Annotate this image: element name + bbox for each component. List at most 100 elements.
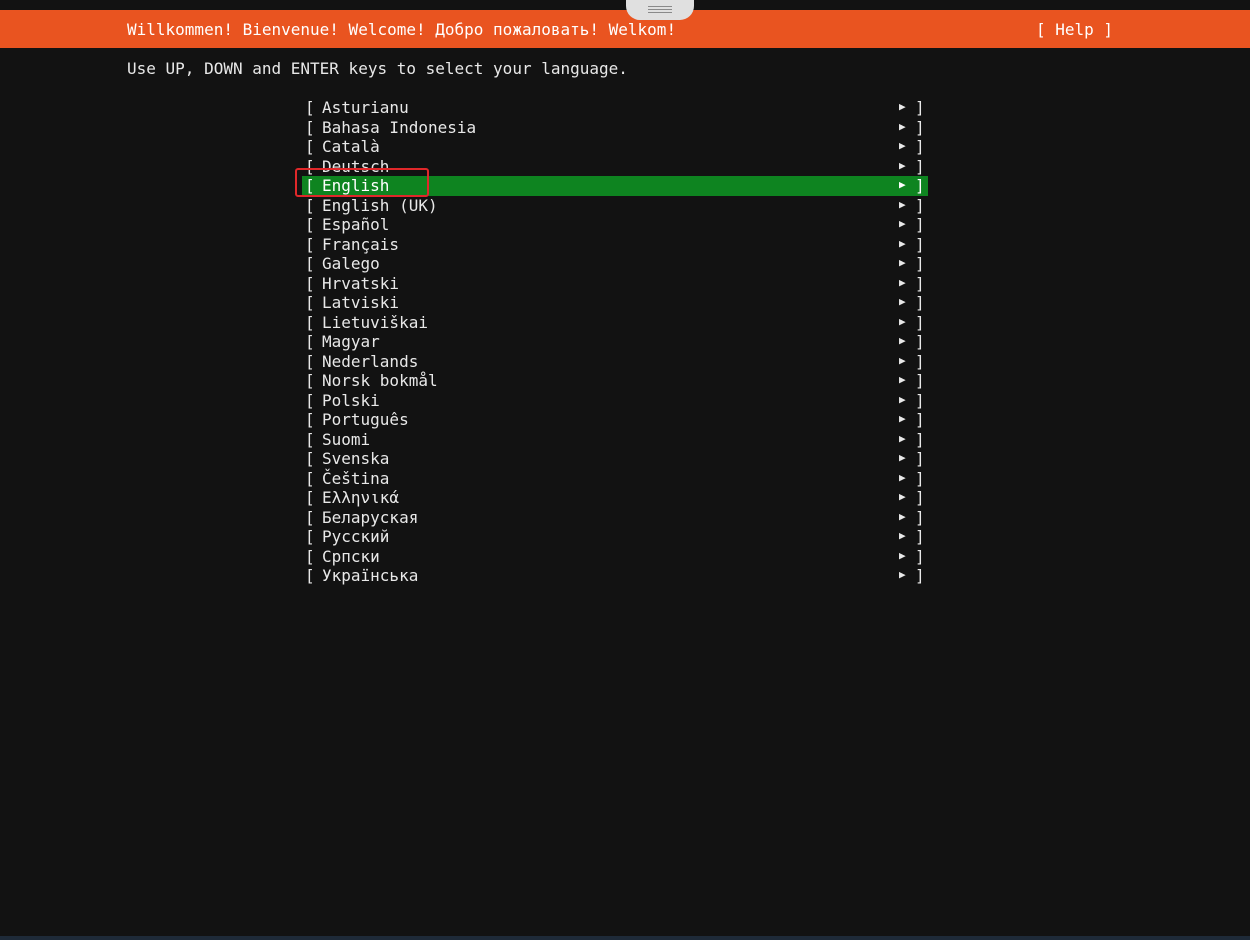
language-option-label: English bbox=[322, 176, 390, 195]
bracket-close: ] bbox=[915, 566, 925, 585]
bracket-open: [ bbox=[305, 527, 315, 546]
submenu-arrow-icon: ▶ bbox=[899, 334, 906, 347]
language-option-label: Српски bbox=[322, 546, 380, 566]
language-option[interactable]: [Asturianu ▶] bbox=[302, 98, 928, 118]
bracket-close: ] bbox=[915, 293, 925, 312]
submenu-arrow-icon: ▶ bbox=[899, 295, 906, 308]
language-option-label: Español bbox=[322, 215, 390, 234]
bracket-close: ] bbox=[915, 371, 925, 390]
submenu-arrow-icon: ▶ bbox=[899, 451, 906, 464]
language-option[interactable]: [ Português ▶] bbox=[302, 410, 928, 430]
language-option-label: Suomi bbox=[322, 429, 371, 449]
bracket-close: ] bbox=[915, 351, 925, 371]
submenu-arrow-icon: ▶ bbox=[899, 490, 906, 503]
bracket-open: [ bbox=[305, 98, 315, 117]
language-option-label: Latviski bbox=[322, 293, 400, 312]
instruction-text: Use UP, DOWN and ENTER keys to select yo… bbox=[127, 59, 628, 78]
bracket-close: ] bbox=[915, 195, 925, 215]
language-option[interactable]: [Français ▶] bbox=[302, 235, 928, 255]
language-option[interactable]: [Polski ▶] bbox=[302, 391, 928, 411]
language-option[interactable]: [Српски ▶] bbox=[302, 547, 928, 567]
bracket-close: ] bbox=[915, 176, 925, 195]
language-option-label: Polski bbox=[322, 390, 380, 410]
bracket-close: ] bbox=[915, 468, 925, 488]
submenu-arrow-icon: ▶ bbox=[899, 431, 906, 445]
page-title: Willkommen! Bienvenue! Welcome! Добро по… bbox=[127, 20, 677, 39]
bracket-open: [ bbox=[305, 371, 315, 390]
language-option[interactable]: [Lietuviškai ▶] bbox=[302, 313, 928, 333]
submenu-arrow-icon: ▶ bbox=[899, 256, 906, 269]
submenu-arrow-icon: ▶ bbox=[899, 275, 906, 289]
language-option-label: Galego bbox=[322, 254, 380, 273]
bracket-open: [ bbox=[305, 351, 315, 371]
bracket-close: ] bbox=[915, 98, 925, 117]
language-option[interactable]: [Suomi ▶] bbox=[302, 430, 928, 450]
language-option-label: Bahasa Indonesia bbox=[322, 117, 477, 137]
language-option-label: Беларуская bbox=[322, 507, 419, 527]
bracket-close: ] bbox=[915, 312, 925, 332]
language-option-label: Hrvatski bbox=[322, 273, 400, 293]
language-option[interactable]: [ Hrvatski ▶] bbox=[302, 274, 928, 294]
top-strip bbox=[0, 0, 1250, 10]
bracket-open: [ bbox=[305, 176, 315, 195]
language-option[interactable]: [ Nederlands ▶] bbox=[302, 352, 928, 372]
language-option-label: English (UK) bbox=[322, 195, 438, 215]
bracket-open: [ bbox=[305, 215, 315, 234]
language-option[interactable]: [Galego ▶] bbox=[302, 254, 928, 274]
language-option[interactable]: [Norsk bokmål ▶] bbox=[302, 371, 928, 391]
language-option[interactable]: [English ▶] bbox=[302, 176, 928, 196]
language-option-label: Norsk bokmål bbox=[322, 371, 438, 390]
language-option[interactable]: [Español ▶] bbox=[302, 215, 928, 235]
language-option[interactable]: [ Svenska ▶] bbox=[302, 449, 928, 469]
language-option[interactable]: [Українська ▶] bbox=[302, 566, 928, 586]
bracket-open: [ bbox=[305, 156, 315, 176]
language-option[interactable]: [ English (UK) ▶] bbox=[302, 196, 928, 216]
bracket-close: ] bbox=[915, 117, 925, 137]
language-option[interactable]: [Deutsch ▶] bbox=[302, 157, 928, 177]
language-option-label: Українська bbox=[322, 566, 419, 585]
language-option[interactable]: [Ελληνικά ▶] bbox=[302, 488, 928, 508]
language-option[interactable]: [Čeština ▶] bbox=[302, 469, 928, 489]
language-option-label: Nederlands bbox=[322, 351, 419, 371]
bracket-open: [ bbox=[305, 293, 315, 312]
bracket-open: [ bbox=[305, 234, 315, 254]
language-option-label: Svenska bbox=[322, 449, 390, 468]
language-option-label: Magyar bbox=[322, 332, 380, 351]
language-option[interactable]: [Bahasa Indonesia ▶] bbox=[302, 118, 928, 138]
bracket-close: ] bbox=[915, 273, 925, 293]
submenu-arrow-icon: ▶ bbox=[899, 353, 906, 367]
bracket-open: [ bbox=[305, 468, 315, 488]
submenu-arrow-icon: ▶ bbox=[899, 100, 906, 113]
bracket-open: [ bbox=[305, 449, 315, 468]
submenu-arrow-icon: ▶ bbox=[899, 314, 906, 328]
submenu-arrow-icon: ▶ bbox=[899, 392, 906, 406]
language-option[interactable]: [Magyar ▶] bbox=[302, 332, 928, 352]
bracket-open: [ bbox=[305, 488, 315, 507]
submenu-arrow-icon: ▶ bbox=[899, 568, 906, 581]
bracket-close: ] bbox=[915, 332, 925, 351]
language-option[interactable]: [Català ▶] bbox=[302, 137, 928, 157]
bracket-open: [ bbox=[305, 195, 315, 215]
bracket-close: ] bbox=[915, 410, 925, 429]
language-option[interactable]: [ Latviski ▶] bbox=[302, 293, 928, 313]
bracket-open: [ bbox=[305, 137, 315, 156]
bracket-open: [ bbox=[305, 273, 315, 293]
bracket-close: ] bbox=[915, 234, 925, 254]
bracket-open: [ bbox=[305, 546, 315, 566]
drag-handle-icon[interactable] bbox=[626, 0, 694, 20]
bracket-open: [ bbox=[305, 410, 315, 429]
help-button[interactable]: [ Help ] bbox=[1036, 10, 1113, 50]
bracket-open: [ bbox=[305, 312, 315, 332]
bracket-open: [ bbox=[305, 254, 315, 273]
language-option[interactable]: [Беларуская ▶] bbox=[302, 508, 928, 528]
bracket-close: ] bbox=[915, 156, 925, 176]
language-option-label: Čeština bbox=[322, 468, 390, 488]
language-option-label: Português bbox=[322, 410, 409, 429]
submenu-arrow-icon: ▶ bbox=[899, 197, 906, 211]
submenu-arrow-icon: ▶ bbox=[899, 412, 906, 425]
bracket-close: ] bbox=[915, 449, 925, 468]
bracket-open: [ bbox=[305, 507, 315, 527]
bottom-edge bbox=[0, 936, 1250, 940]
bracket-open: [ bbox=[305, 429, 315, 449]
language-option[interactable]: [Русский ▶] bbox=[302, 527, 928, 547]
